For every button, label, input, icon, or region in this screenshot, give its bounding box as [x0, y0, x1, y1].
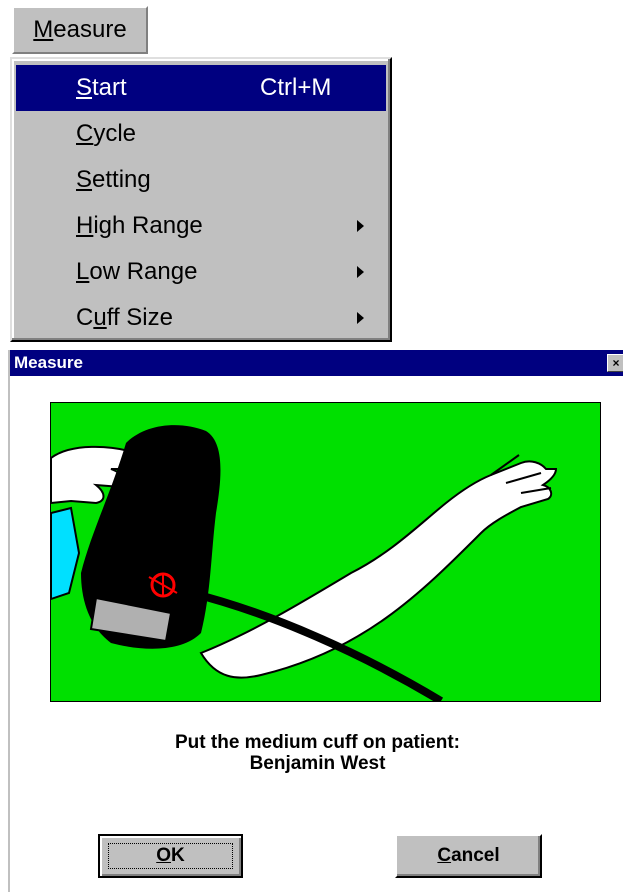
patient-name: Benjamin West: [249, 753, 386, 774]
submenu-arrow-icon: [357, 220, 364, 232]
menubar-measure[interactable]: Measure: [12, 6, 148, 54]
screen: Measure Start Ctrl+M Cycle Setting High …: [0, 0, 623, 892]
menubar-measure-label: Measure: [33, 16, 127, 43]
menu-item-low-range-label: Low Range: [76, 258, 198, 285]
cuff-placement-illustration: [50, 402, 601, 702]
cancel-button[interactable]: Cancel: [395, 834, 542, 878]
instruction-line-1: Put the medium cuff on patient:: [175, 732, 460, 753]
menu-item-low-range[interactable]: Low Range: [16, 249, 386, 295]
arm-cuff-drawing: [51, 403, 600, 701]
focus-rect: [108, 843, 233, 869]
menu-item-start-shortcut: Ctrl+M: [260, 74, 332, 101]
menu-item-high-range[interactable]: High Range: [16, 203, 386, 249]
dialog-title: Measure: [14, 353, 83, 372]
menu-item-setting-label: Setting: [76, 166, 151, 193]
dialog-titlebar[interactable]: Measure ×: [10, 350, 623, 376]
close-button[interactable]: ×: [607, 354, 623, 372]
menu-item-start-label: Start: [76, 74, 127, 101]
menu-item-high-range-label: High Range: [76, 212, 203, 239]
submenu-arrow-icon: [357, 312, 364, 324]
ok-button[interactable]: OK: [98, 834, 243, 878]
cancel-button-label: Cancel: [437, 845, 500, 866]
measure-dropdown-menu: Start Ctrl+M Cycle Setting High Range Lo…: [10, 57, 392, 342]
measure-dialog: Measure × Put the medium cuff on patient…: [8, 350, 623, 892]
submenu-arrow-icon: [357, 266, 364, 278]
instruction-message: Put the medium cuff on patient: Benjamin…: [10, 732, 623, 774]
menu-item-cycle[interactable]: Cycle: [16, 111, 386, 157]
menu-item-setting[interactable]: Setting: [16, 157, 386, 203]
menu-item-cuff-size[interactable]: Cuff Size: [16, 295, 386, 341]
menu-item-cuff-size-label: Cuff Size: [76, 304, 173, 331]
close-icon: ×: [612, 356, 620, 370]
menu-item-start[interactable]: Start Ctrl+M: [16, 65, 386, 111]
menu-item-cycle-label: Cycle: [76, 120, 137, 147]
